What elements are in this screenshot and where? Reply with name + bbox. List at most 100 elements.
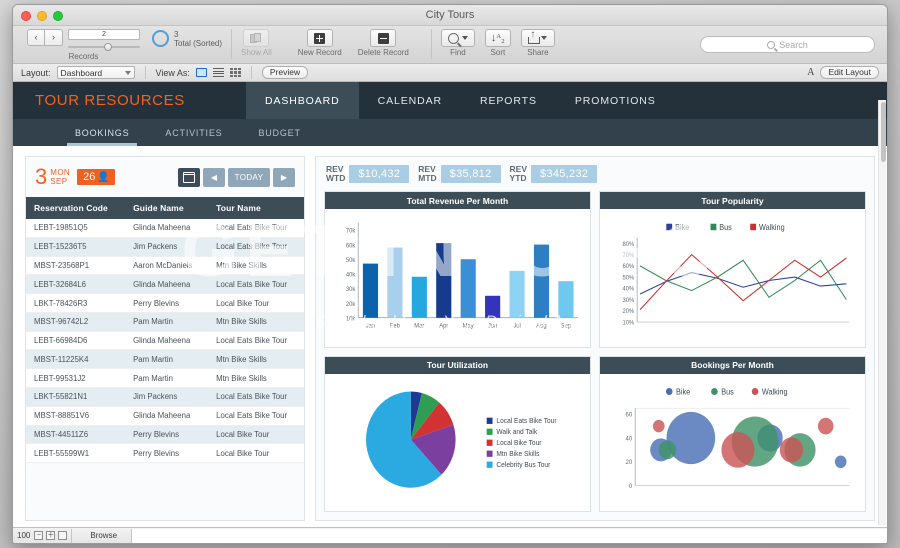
show-all-group[interactable]: Show All [241,29,272,57]
preview-button[interactable]: Preview [261,66,309,79]
kpi-rev-mtd-label-line2: MTD [418,173,437,183]
edit-layout-button[interactable]: Edit Layout [820,66,879,79]
chevron-down-icon-share [541,36,548,40]
next-day-button[interactable]: ▶ [273,167,295,187]
find-button[interactable] [440,29,475,47]
zoom-in-button[interactable]: ＋ [46,531,56,540]
table-row[interactable]: LEBT-55599W1 Perry Blevins Local Bike Tour [26,443,304,464]
tab-promotions[interactable]: PROMOTIONS [556,82,675,119]
search-input[interactable]: Search [700,36,875,53]
tab-calendar[interactable]: CALENDAR [359,82,461,119]
record-slider[interactable]: 2 [68,29,140,51]
record-slider-track[interactable] [68,42,140,51]
show-all-button[interactable] [243,29,270,47]
table-row[interactable]: MBST-23568P1 Aaron McDaniels Mtn Bike Skil… [26,256,304,276]
layout-select-value: Dashboard [60,67,103,78]
svg-text:Local Bike Tour: Local Bike Tour [496,439,542,446]
table-row[interactable]: MBST-11225K4 Pam Martin Mtn Bike Skills [26,349,304,370]
table-row[interactable]: LEBT-99531J2 Pam Martin Mtn Bike Skills [26,368,304,389]
record-nav-buttons: ‹ › [27,29,63,46]
previous-record-button[interactable]: ‹ [27,29,45,46]
record-total-block: 3 Total (Sorted) [174,29,222,48]
tab-reports[interactable]: REPORTS [461,82,556,119]
people-count-value: 26 [83,171,96,183]
record-slider-knob[interactable] [104,43,112,51]
sort-label: Sort [490,48,506,57]
delete-record-button[interactable] [370,29,397,47]
column-reservation-code[interactable]: Reservation Code [26,197,126,219]
find-group[interactable]: Find [440,29,475,57]
subtab-budget[interactable]: BUDGET [240,119,318,146]
subtab-activities[interactable]: ACTIVITIES [147,119,240,146]
svg-text:Walking: Walking [762,387,788,396]
search-field-icon [767,40,776,49]
cell-tour-name: Local Eats Bike Tour [208,219,304,238]
cell-tour-name: Local Bike Tour [208,293,304,313]
layout-select[interactable]: Dashboard [56,66,135,79]
plus-icon [314,32,326,44]
bookings-panel-header: 3 MON SEP 26 👤 ◀ TODAY ▶ [26,157,304,197]
column-tour-name[interactable]: Tour Name [208,197,304,219]
chart-body-total-revenue: 70k 60k 50k 40k 30k 20k 10k Jan Feb Mar Apr May Jun J… [325,209,590,347]
view-as-list-icon[interactable] [212,68,224,77]
cell-tour-name: Mtn Bike Skills [208,256,304,276]
font-size-icon[interactable]: A [807,67,814,78]
subtab-bookings[interactable]: BOOKINGS [57,119,147,146]
window-title: City Tours [425,9,475,21]
chart-body-tour-utilization: Local Eats Bike Tour Walk and Talk Local B… [325,374,590,512]
previous-day-button[interactable]: ◀ [203,167,225,187]
svg-text:30k: 30k [346,286,356,293]
kpi-rev-ytd-value: $345,232 [531,165,598,183]
chart-card-bookings-per-month: Bookings Per Month Bike Bus Walking 60 40 20 0 [599,355,866,512]
table-row[interactable]: LEBT-19851Q5 Glinda Maheena Local Eats Bik… [26,219,304,238]
today-button[interactable]: TODAY [228,167,270,187]
next-record-button[interactable]: › [45,29,63,46]
calendar-picker-button[interactable] [178,167,200,187]
new-record-group[interactable]: New Record [298,29,342,57]
table-row[interactable]: LBKT-78426R3 Perry Blevins Local Bike Tour [26,293,304,313]
layout-label: Layout: [21,67,51,78]
mode-label[interactable]: Browse [76,531,117,540]
date-month: SEP [50,177,68,186]
delete-record-group[interactable]: Delete Record [358,29,409,57]
table-row[interactable]: MBST-96742L2 Pam Martin Mtn Bike Skills [26,312,304,332]
vertical-scrollbar[interactable] [878,100,886,525]
svg-text:Jul: Jul [513,322,520,329]
toggle-sidebar-button[interactable] [58,531,68,540]
share-button[interactable] [520,29,555,47]
share-group[interactable]: Share [520,29,555,57]
view-as-form-icon[interactable] [195,68,207,77]
primary-navigation: TOUR RESOURCES DASHBOARD CALENDAR REPORT… [13,82,887,119]
cell-reservation-code: MBST-11225K4 [26,349,126,370]
scrollbar-thumb[interactable] [880,102,886,162]
svg-text:60: 60 [626,411,633,418]
view-as-table-icon[interactable] [229,68,241,77]
table-row[interactable]: MBST-88851V6 Glinda Maheena Local Eats Bik… [26,406,304,426]
table-row[interactable]: LEBT-15236T5 Jim Packens Local Eats Bike T… [26,237,304,257]
kpi-rev-mtd-value: $35,812 [440,165,501,183]
search-icon [447,32,459,44]
sort-group[interactable]: ↓ᴬ₂ Sort [484,29,511,57]
table-row[interactable]: LBKT-55821N1 Jim Packens Local Eats Bike T… [26,387,304,407]
tab-dashboard[interactable]: DASHBOARD [246,82,359,119]
cell-guide-name: Perry Blevins [125,425,209,445]
zoom-out-button[interactable]: − [34,531,44,540]
cell-reservation-code: LBKT-55821N1 [26,387,126,407]
layout-bar: Layout: Dashboard View As: Preview A Edi… [13,64,887,82]
column-guide-name[interactable]: Guide Name [125,197,209,219]
cell-guide-name: Aaron McDaniels [125,256,209,276]
table-row[interactable]: MBST-44511Z6 Perry Blevins Local Bike Tour [26,425,304,445]
cell-tour-name: Local Bike Tour [208,443,304,464]
sort-button[interactable]: ↓ᴬ₂ [484,29,511,47]
kpi-rev-wtd-label-line2: WTD [326,173,346,183]
chart-title-total-revenue: Total Revenue Per Month [325,192,590,209]
chevron-down-icon [461,36,468,40]
table-row[interactable]: LEBT-32684L6 Glinda Maheena Local Eats Bik… [26,274,304,295]
date-month-block: MON SEP [50,168,70,186]
person-icon: 👤 [97,171,110,183]
table-row[interactable]: LEBT-66984D6 Glinda Maheena Local Eats Bik… [26,331,304,351]
find-label: Find [450,48,466,57]
new-record-button[interactable] [306,29,333,47]
cell-guide-name: Perry Blevins [125,293,209,313]
record-total-number: 3 [174,30,179,39]
